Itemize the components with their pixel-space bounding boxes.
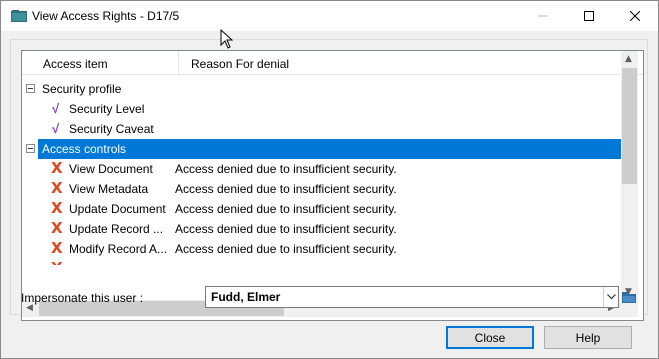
close-button-label: Close xyxy=(474,330,506,345)
denial-reason: Access denied due to insufficient securi… xyxy=(175,182,397,196)
impersonate-user-combo[interactable]: Fudd, Elmer xyxy=(205,286,619,308)
mouse-cursor-icon xyxy=(220,29,233,49)
dialog-window: View Access Rights - D17/5 Access item R… xyxy=(0,0,659,359)
cross-icon: X xyxy=(51,199,63,217)
chevron-down-icon xyxy=(606,294,616,300)
denial-reason: Access denied due to insufficient securi… xyxy=(175,242,397,256)
item-label: Security Caveat xyxy=(69,122,154,136)
content-panel: Access item Reason For denial Security p… xyxy=(10,39,648,321)
group-row-security-profile[interactable]: Security profile xyxy=(22,79,622,99)
column-header-access-item[interactable]: Access item xyxy=(43,57,108,71)
title-bar[interactable]: View Access Rights - D17/5 xyxy=(1,1,658,31)
help-button-label: Help xyxy=(575,330,601,345)
cross-icon: X xyxy=(51,159,63,177)
maximize-icon xyxy=(584,11,594,21)
browse-user-button[interactable] xyxy=(621,288,637,306)
minimize-icon xyxy=(538,15,548,17)
tree-row-partial[interactable]: X xyxy=(22,259,622,265)
app-icon xyxy=(11,10,27,22)
tree-row[interactable]: X Update Record ... Access denied due to… xyxy=(22,219,622,239)
window-title: View Access Rights - D17/5 xyxy=(32,9,180,23)
tree-row[interactable]: √ Security Level xyxy=(22,99,622,119)
check-icon: √ xyxy=(52,101,60,116)
check-icon: √ xyxy=(52,121,60,136)
tree-row[interactable]: X View Metadata Access denied due to ins… xyxy=(22,179,622,199)
group-label: Access controls xyxy=(42,142,127,156)
collapse-icon[interactable] xyxy=(26,144,35,153)
group-row-access-controls[interactable]: Access controls xyxy=(22,139,622,159)
tree-row[interactable]: X Update Document Access denied due to i… xyxy=(22,199,622,219)
item-label: View Document xyxy=(69,162,153,176)
denial-reason: Access denied due to insufficient securi… xyxy=(175,162,397,176)
close-button[interactable]: Close xyxy=(446,326,534,349)
vertical-scrollbar[interactable]: ▲ ▼ xyxy=(621,51,638,300)
scroll-up-icon[interactable]: ▲ xyxy=(625,54,632,64)
item-label: Security Level xyxy=(69,102,145,116)
cross-icon: X xyxy=(51,239,63,257)
cross-icon: X xyxy=(51,179,63,197)
dropdown-button[interactable] xyxy=(603,287,618,307)
column-header-reason[interactable]: Reason For denial xyxy=(191,57,289,71)
maximize-button[interactable] xyxy=(566,1,612,31)
denial-reason: Access denied due to insufficient securi… xyxy=(175,222,397,236)
group-label: Security profile xyxy=(42,82,122,96)
tree-row[interactable]: X Modify Record A... Access denied due t… xyxy=(22,239,622,259)
impersonate-label: Impersonate this user : xyxy=(21,291,144,305)
folder-icon xyxy=(622,291,636,303)
item-label: Modify Record A... xyxy=(69,242,168,256)
close-window-button[interactable] xyxy=(612,1,658,31)
item-label: Update Document xyxy=(69,202,166,216)
tree-row[interactable]: √ Security Caveat xyxy=(22,119,622,139)
cross-icon: X xyxy=(51,219,63,237)
vertical-scroll-thumb[interactable] xyxy=(622,68,637,184)
collapse-icon[interactable] xyxy=(26,84,35,93)
close-icon xyxy=(630,11,640,21)
help-button[interactable]: Help xyxy=(544,326,632,349)
denial-reason: Access denied due to insufficient securi… xyxy=(175,202,397,216)
impersonate-user-value: Fudd, Elmer xyxy=(211,290,281,304)
tree-row[interactable]: X View Document Access denied due to ins… xyxy=(22,159,622,179)
access-rights-tree[interactable]: Access item Reason For denial Security p… xyxy=(21,50,644,321)
item-label: Update Record ... xyxy=(69,222,164,236)
minimize-button[interactable] xyxy=(520,1,566,31)
cross-icon: X xyxy=(51,259,63,265)
column-divider[interactable] xyxy=(178,51,179,75)
item-label: View Metadata xyxy=(69,182,149,196)
tree-header: Access item Reason For denial xyxy=(22,51,643,75)
